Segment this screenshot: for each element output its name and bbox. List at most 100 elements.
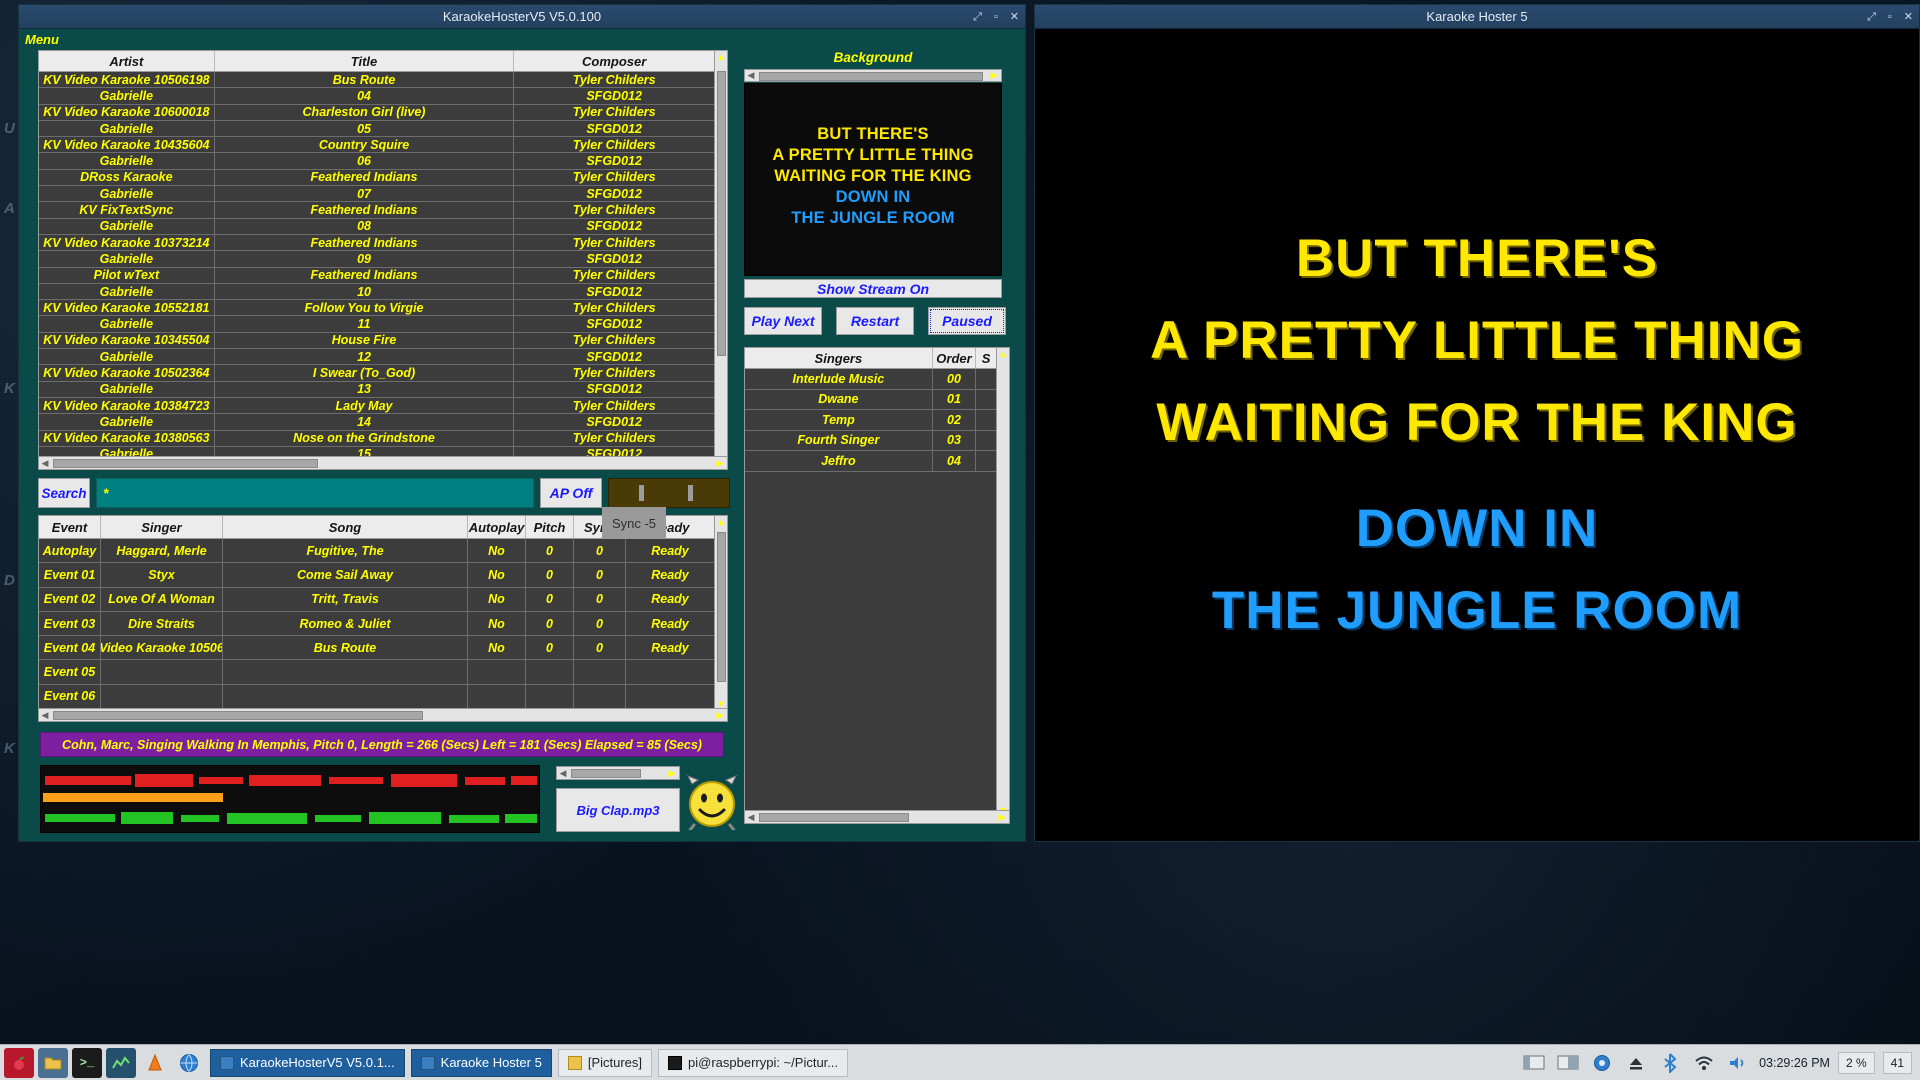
terminal-icon[interactable]: >_ (72, 1047, 102, 1078)
singer-row[interactable]: Jeffro 04 (745, 451, 996, 472)
col-singer[interactable]: Singer (101, 516, 223, 538)
eject-icon[interactable] (1623, 1050, 1649, 1076)
raspberry-icon[interactable] (4, 1047, 34, 1078)
col-event[interactable]: Event (39, 516, 101, 538)
song-row[interactable]: Gabrielle 13 SFGD012 (39, 381, 714, 398)
song-row[interactable]: Gabrielle 07 SFGD012 (39, 186, 714, 203)
search-input[interactable] (96, 478, 534, 508)
song-list-vscrollbar[interactable]: ▲ ▼ (714, 50, 728, 470)
event-scroll-left-icon[interactable]: ◀ (39, 710, 51, 721)
browser-icon[interactable] (1589, 1050, 1615, 1076)
file-manager-icon[interactable] (38, 1047, 68, 1078)
vlc-icon[interactable] (140, 1048, 170, 1078)
singers-scroll-right-icon[interactable]: ▶ (996, 812, 1008, 823)
song-row[interactable]: KV FixTextSync Feathered Indians Tyler Chi… (39, 202, 714, 219)
event-row[interactable]: Event 02 Love Of A Woman Tritt, Travis No 0 0… (39, 587, 714, 612)
song-row[interactable]: Gabrielle 09 SFGD012 (39, 251, 714, 268)
song-row[interactable]: Gabrielle 08 SFGD012 (39, 218, 714, 235)
cpu-badge[interactable]: 2 % (1837, 1051, 1875, 1074)
event-hscroll-thumb[interactable] (53, 711, 423, 720)
col-artist[interactable]: Artist (39, 51, 215, 71)
autoplay-toggle-button[interactable]: AP Off (540, 478, 602, 508)
volume-icon[interactable] (1725, 1050, 1751, 1076)
maximize-icon[interactable]: ▫ (994, 11, 998, 23)
song-row[interactable]: Gabrielle 10 SFGD012 (39, 283, 714, 301)
singers-scroll-left-icon[interactable]: ◀ (745, 812, 757, 823)
col-singers[interactable]: Singers (745, 348, 933, 368)
song-list-hscrollbar[interactable]: ◀ ▶ (38, 456, 728, 470)
event-row[interactable]: Event 01 Styx Come Sail Away No 0 0 Ready (39, 563, 714, 588)
clap-scrollbar[interactable]: ◀ ▶ (556, 766, 680, 780)
clap-scroll-thumb[interactable] (571, 769, 641, 778)
lyric-minimize-icon[interactable]: ⤢ (1867, 11, 1876, 23)
singer-row[interactable]: Interlude Music 00 (745, 369, 996, 390)
scroll-right-icon[interactable]: ▶ (714, 458, 726, 469)
show-stream-button[interactable]: Show Stream On (744, 279, 1002, 298)
smiley-alarm-icon[interactable] (686, 772, 738, 832)
event-list-hscrollbar[interactable]: ◀ ▶ (38, 708, 728, 722)
taskbar-item-karaokehoster[interactable]: KaraokeHosterV5 V5.0.1... (210, 1048, 405, 1077)
play-next-button[interactable]: Play Next (744, 307, 822, 335)
browser-icon[interactable] (174, 1048, 204, 1078)
singer-row[interactable]: Fourth Singer 03 (745, 430, 996, 451)
song-row[interactable]: Gabrielle 06 SFGD012 (39, 153, 714, 170)
song-row[interactable]: KV Video Karaoke 10502364 I Swear (To_God… (39, 365, 714, 382)
song-list-scroll-thumb[interactable] (717, 71, 726, 356)
bluetooth-icon[interactable] (1657, 1050, 1683, 1076)
singers-vscrollbar[interactable]: ▲ ▼ (996, 347, 1010, 817)
event-scroll-right-icon[interactable]: ▶ (714, 710, 726, 721)
temperature-badge[interactable]: 41 (1882, 1051, 1912, 1074)
song-row[interactable]: KV Video Karaoke 10552181 Follow You to V… (39, 300, 714, 317)
taskbar-item-terminal[interactable]: pi@raspberrypi: ~/Pictur... (658, 1048, 849, 1077)
singers-hscroll-thumb[interactable] (759, 813, 909, 822)
event-scroll-up-icon[interactable]: ▲ (715, 516, 727, 528)
song-list-grid[interactable]: Artist Title Composer KV Video Karaoke 1… (38, 50, 714, 470)
bg-scroll-left-icon[interactable]: ◀ (745, 70, 757, 81)
paused-button[interactable]: Paused (928, 307, 1006, 335)
event-row[interactable]: Autoplay Haggard, Merle Fugitive, The No 0 0 R… (39, 539, 714, 564)
event-list-grid[interactable]: Event Singer Song Autoplay Pitch Sync Re… (38, 515, 714, 711)
event-list-vscrollbar[interactable]: ▲ ▼ (714, 515, 728, 711)
lyric-maximize-icon[interactable]: ▫ (1888, 11, 1892, 23)
lyric-close-icon[interactable]: ✕ (1904, 11, 1913, 23)
event-row[interactable]: Event 03 Dire Straits Romeo & Juliet No 0 0 Re… (39, 611, 714, 637)
song-row[interactable]: KV Video Karaoke 10373214 Feathered India… (39, 234, 714, 252)
song-row[interactable]: Pilot wText Feathered Indians Tyler Childe… (39, 267, 714, 284)
col-song[interactable]: Song (223, 516, 468, 538)
song-row[interactable]: KV Video Karaoke 10600018 Charleston Girl… (39, 104, 714, 121)
song-row[interactable]: Gabrielle 04 SFGD012 (39, 88, 714, 105)
col-title[interactable]: Title (215, 51, 515, 71)
close-icon[interactable]: ✕ (1010, 11, 1019, 23)
menu-button[interactable]: Menu (25, 32, 59, 47)
chart-icon[interactable] (106, 1047, 136, 1078)
event-row[interactable]: Event 05 (39, 660, 714, 685)
song-row[interactable]: DRoss Karaoke Feathered Indians Tyler Chil… (39, 169, 714, 187)
song-row[interactable]: KV Video Karaoke 10435604 Country Squire T… (39, 137, 714, 154)
singer-row[interactable]: Dwane 01 (745, 389, 996, 410)
search-button[interactable]: Search (38, 478, 90, 508)
taskbar-item-karaoke-hoster-5[interactable]: Karaoke Hoster 5 (410, 1048, 552, 1077)
col-composer[interactable]: Composer (514, 51, 714, 71)
bg-scroll-thumb[interactable] (759, 72, 983, 81)
song-list-hscroll-thumb[interactable] (53, 459, 318, 468)
event-scroll-thumb[interactable] (717, 532, 726, 682)
song-row[interactable]: Gabrielle 12 SFGD012 (39, 349, 714, 366)
taskbar-item-pictures[interactable]: [Pictures] (557, 1048, 653, 1077)
minimize-icon[interactable]: ⤢ (973, 11, 982, 23)
background-scrollbar[interactable]: ◀ ▶ (744, 69, 1002, 82)
restart-button[interactable]: Restart (836, 307, 914, 335)
singers-scroll-up-icon[interactable]: ▲ (997, 348, 1009, 360)
col-s[interactable]: S (976, 348, 996, 368)
singers-hscrollbar[interactable]: ◀ ▶ (744, 810, 1010, 824)
background-preview[interactable]: BUT THERE'S A PRETTY LITTLE THING WAITIN… (744, 83, 1002, 276)
scroll-up-icon[interactable]: ▲ (715, 51, 727, 63)
col-order[interactable]: Order (933, 348, 977, 368)
song-row[interactable]: Gabrielle 11 SFGD012 (39, 316, 714, 333)
lyric-stage[interactable]: BUT THERE'S A PRETTY LITTLE THING WAITIN… (1035, 29, 1919, 841)
workspace-icon[interactable] (1555, 1050, 1581, 1076)
song-row[interactable]: KV Video Karaoke 10506198 Bus Route Tyler … (39, 72, 714, 89)
big-clap-button[interactable]: Big Clap.mp3 (556, 788, 680, 832)
song-row[interactable]: Gabrielle 05 SFGD012 (39, 120, 714, 138)
waveform-display[interactable] (40, 765, 540, 833)
event-row[interactable]: Event 06 (39, 684, 714, 710)
